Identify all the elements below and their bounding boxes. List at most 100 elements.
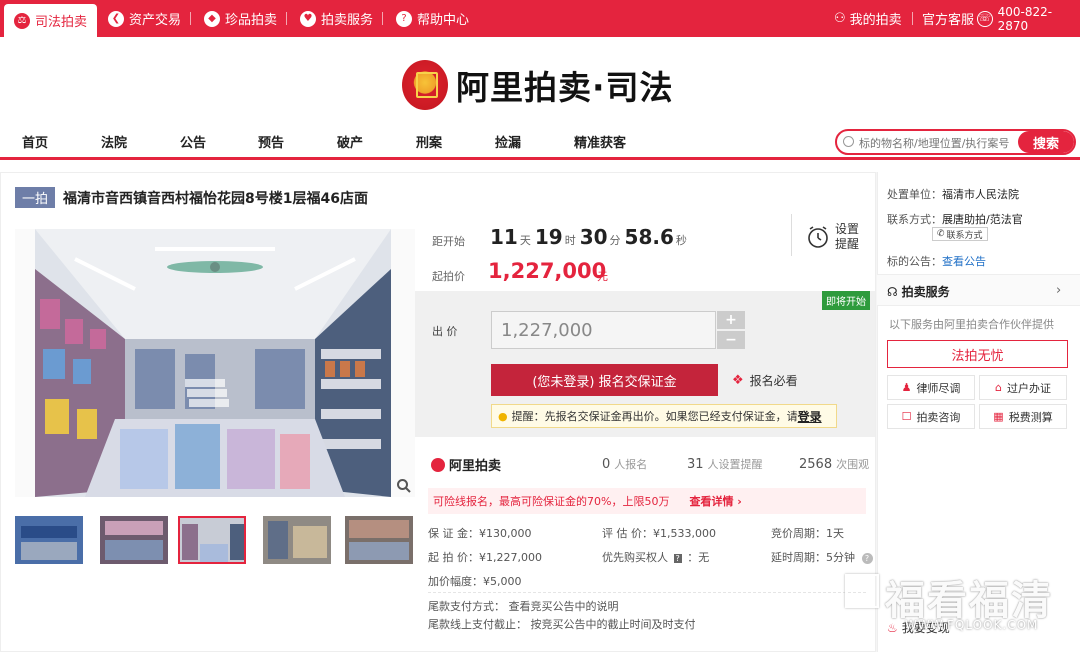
court-emblem-icon <box>402 60 448 110</box>
tab-asset-trading[interactable]: ❮ 资产交易 <box>108 0 181 37</box>
must-read-link[interactable]: ❖ 报名必看 <box>732 372 798 389</box>
search-icon <box>843 136 854 147</box>
round-badge: 一拍 <box>15 187 56 208</box>
calculator-icon: ▦ <box>993 410 1004 423</box>
nav-item-notices[interactable]: 公告 <box>180 132 206 151</box>
top-navigation-bar: ⚖ 司法拍卖 ❮ 资产交易 ◆ 珍品拍卖 ♥ 拍卖服务 ? 帮助中心 ⚇ 我的拍… <box>0 0 1080 37</box>
ali-auction-logo: 阿里拍卖 <box>431 455 501 474</box>
treasure-icon: ◆ <box>204 10 220 27</box>
nav-item-precise-customers[interactable]: 精准获客 <box>574 132 626 151</box>
main-photo[interactable] <box>15 229 415 497</box>
nav-item-preview[interactable]: 预告 <box>258 132 284 151</box>
gavel-icon: ⚖ <box>14 12 30 29</box>
phone-icon: ✆ <box>937 229 945 239</box>
countdown-label: 距开始 <box>432 235 465 248</box>
heart-icon: ♥ <box>300 10 316 27</box>
ali-logo-icon <box>431 457 445 472</box>
chat-icon: ☐ <box>901 410 912 423</box>
delay-period-info: 延时周期：5分钟 ? <box>771 549 873 565</box>
nav-item-bargains[interactable]: 捡漏 <box>495 132 521 151</box>
thumbnail[interactable] <box>345 516 413 564</box>
bid-amount-input[interactable]: 1,227,000 <box>491 311 716 349</box>
nav-divider <box>0 157 1080 160</box>
deposit-info: 保 证 金：¥130,000 <box>428 527 532 540</box>
start-price-unit: 元 <box>597 270 608 283</box>
transfer-icon: ⌂ <box>995 381 1002 394</box>
lawyer-due-diligence-button[interactable]: ♟ 律师尽调 <box>887 375 975 400</box>
status-badge: 即将开始 <box>822 291 870 310</box>
headset-icon: ☊ <box>887 284 898 299</box>
nav-item-home[interactable]: 首页 <box>22 132 48 151</box>
search-input[interactable] <box>859 134 1019 152</box>
nav-item-bankruptcy[interactable]: 破产 <box>337 132 363 151</box>
stats-row: 阿里拍卖 0 人报名 31 人设置提醒 2568 次围观 <box>415 449 875 479</box>
set-reminder-button[interactable]: 设置提醒 <box>807 222 861 252</box>
lawyer-icon: ♟ <box>901 381 912 394</box>
priority-buyer-info: 优先购买权人 ? ：无 <box>602 551 710 564</box>
start-price-info: 起 拍 价：¥1,227,000 <box>428 551 542 564</box>
service-description: 以下服务由阿里拍卖合作伙伴提供 <box>889 318 1054 331</box>
thumbnail[interactable] <box>15 516 83 564</box>
contact-button[interactable]: ✆ 联系方式 <box>932 227 988 241</box>
login-link[interactable]: 登录 <box>798 408 822 425</box>
nav-item-criminal[interactable]: 刑案 <box>416 132 442 151</box>
bid-label: 出 价 <box>432 325 458 338</box>
hotline: ☏ 400-822-2870 <box>977 4 1053 33</box>
countdown-timer: 11 天 19 时 30 分 58.6 秒 <box>490 225 687 249</box>
auction-consult-button[interactable]: ☐ 拍卖咨询 <box>887 404 975 429</box>
deposit-insurance-banner: 可险线报名，最高可险保证金的70%，上限50万 查看详情 › <box>428 488 866 514</box>
search-button[interactable]: 搜索 <box>1018 131 1074 153</box>
coins-icon: ❖ <box>732 373 744 388</box>
search-bar: 搜索 <box>835 129 1076 155</box>
transfer-service-button[interactable]: ⌂ 过户办证 <box>979 375 1067 400</box>
cash-out-link[interactable]: ♨ 我要变现 <box>887 619 950 636</box>
info-icon[interactable]: ? <box>673 554 682 563</box>
zoom-icon[interactable] <box>396 478 412 494</box>
registered-count: 0 人报名 <box>602 457 648 472</box>
money-icon: ♨ <box>887 620 898 635</box>
divider <box>428 592 866 593</box>
payment-method-info: 尾款支付方式： 查看竞买公告中的说明 <box>428 600 619 613</box>
view-details-link[interactable]: 查看详情 › <box>689 493 741 509</box>
site-logo[interactable]: 阿里拍卖·司法 <box>402 58 674 112</box>
help-circle-icon[interactable]: ? <box>861 553 873 564</box>
worry-free-auction-button[interactable]: 法拍无忧 <box>887 340 1068 368</box>
thumbnail[interactable] <box>100 516 168 564</box>
bid-period-info: 竞价周期：1天 <box>771 527 844 540</box>
reminder-tip: ● 提醒：先报名交保证金再出价。如果您已经支付保证金，请 登录 <box>491 404 837 428</box>
start-price-label: 起拍价 <box>432 270 465 283</box>
start-price-value: 1,227,000 <box>488 259 607 283</box>
my-auction-link[interactable]: ⚇ 我的拍卖 <box>834 0 902 37</box>
notice-info: 标的公告：查看公告 <box>887 255 986 268</box>
view-notice-link[interactable]: 查看公告 <box>942 255 986 268</box>
nav-item-courts[interactable]: 法院 <box>101 132 127 151</box>
court-info: 处置单位：福清市人民法院 <box>887 188 1019 201</box>
chevron-right-icon[interactable]: › <box>1056 283 1061 298</box>
contact-info: 联系方式：展唐助拍/范法官 <box>887 213 1023 226</box>
tax-calculator-button[interactable]: ▦ 税费测算 <box>979 404 1067 429</box>
tab-judicial-auction[interactable]: ⚖ 司法拍卖 <box>4 4 98 37</box>
increase-bid-button[interactable]: + <box>717 311 745 329</box>
tab-auction-service[interactable]: ♥ 拍卖服务 <box>300 0 373 37</box>
user-icon: ⚇ <box>834 11 846 26</box>
divider <box>791 214 792 256</box>
increment-info: 加价幅度：¥5,000 <box>428 575 522 588</box>
lightbulb-icon: ● <box>498 409 508 423</box>
help-icon: ? <box>396 10 412 27</box>
asset-icon: ❮ <box>108 10 124 27</box>
reminder-count: 31 人设置提醒 <box>687 457 763 472</box>
tab-treasure-auction[interactable]: ◆ 珍品拍卖 <box>204 0 277 37</box>
appraisal-info: 评 估 价：¥1,533,000 <box>602 527 716 540</box>
thumbnail[interactable] <box>263 516 331 564</box>
decrease-bid-button[interactable]: − <box>717 331 745 349</box>
tab-help-center[interactable]: ? 帮助中心 <box>396 0 469 37</box>
phone-icon: ☏ <box>977 10 993 27</box>
customer-service-link[interactable]: 官方客服 <box>922 0 974 37</box>
signup-deposit-button[interactable]: (您未登录) 报名交保证金 <box>491 364 718 396</box>
thumbnail-selected[interactable] <box>178 516 246 564</box>
service-title[interactable]: ☊ 拍卖服务 <box>887 283 950 300</box>
item-title-row: 一拍 福清市音西镇音西村福怡花园8号楼1层福46店面 <box>15 187 368 208</box>
view-count: 2568 次围观 <box>799 457 870 472</box>
alarm-clock-icon <box>808 226 828 248</box>
payment-deadline-info: 尾款线上支付截止： 按竞买公告中的截止时间及时支付 <box>428 618 696 631</box>
